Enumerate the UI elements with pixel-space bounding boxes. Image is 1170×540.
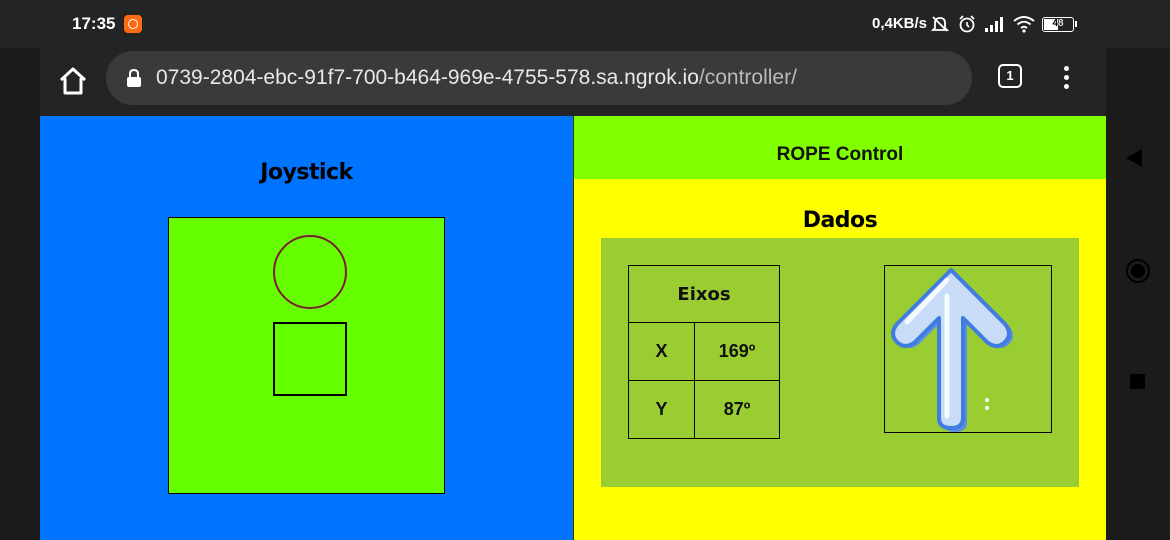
home-icon[interactable] [56,64,90,98]
app-notification-icon [124,15,142,33]
joystick-base [273,322,347,396]
url-path: /controller/ [698,66,797,89]
arrow-up-icon [891,268,1013,432]
navigation-bar [1106,116,1170,540]
control-panel: ROPE Control Dados Eixos X 169º Y 87º [573,116,1106,540]
url-host: 0739-2804-ebc-91f7-700-b464-969e-4755-57… [156,66,699,89]
address-bar[interactable]: 0739-2804-ebc-91f7-700-b464-969e-4755-57… [106,51,972,105]
axis-x-label: X [628,322,695,381]
status-time: 17:35 [72,14,116,33]
wifi-icon [1013,16,1035,33]
axis-y-label: Y [628,380,695,439]
url-text[interactable]: 0739-2804-ebc-91f7-700-b464-969e-4755-57… [156,66,797,90]
signal-icon [985,17,1003,32]
joystick-knob[interactable] [273,235,347,309]
data-box: Eixos X 169º Y 87º [601,238,1079,487]
joystick-area[interactable] [168,217,445,494]
status-icons: 48 [930,12,1077,36]
joystick-title: Joystick [260,160,353,185]
direction-indicator [884,265,1052,433]
battery-level: 48 [1052,17,1064,29]
back-icon[interactable] [1126,149,1142,167]
data-title: Dados [802,208,878,233]
axes-table-header: Eixos [628,265,780,323]
axis-x-value: 169º [694,322,780,381]
control-header: ROPE Control [574,116,1106,179]
axis-y-value: 87º [694,380,780,439]
axes-table-header-row: Eixos [628,265,780,323]
tab-switcher-button[interactable]: 1 [998,64,1022,88]
battery-icon: 48 [1042,16,1077,32]
joystick-panel: Joystick [40,116,573,540]
home-circle-icon[interactable] [1126,259,1150,283]
network-speed: 0,4KB/s [872,15,928,32]
controller-page: Joystick ROPE Control Dados Eixos X 169º… [40,116,1106,540]
more-options-icon[interactable] [1056,64,1076,92]
control-title: ROPE Control [776,144,904,165]
alarm-icon [959,15,975,33]
mute-icon [930,16,950,32]
axes-table: Eixos X 169º Y 87º [628,265,780,439]
screen-edge [0,116,40,540]
recent-apps-icon[interactable] [1130,374,1145,389]
browser-toolbar: 0739-2804-ebc-91f7-700-b464-969e-4755-57… [40,48,1106,116]
lock-icon [127,68,141,87]
table-row: X 169º [628,322,780,381]
status-bar: 17:35 0,4KB/s 48 [0,0,1170,48]
table-row: Y 87º [628,380,780,439]
